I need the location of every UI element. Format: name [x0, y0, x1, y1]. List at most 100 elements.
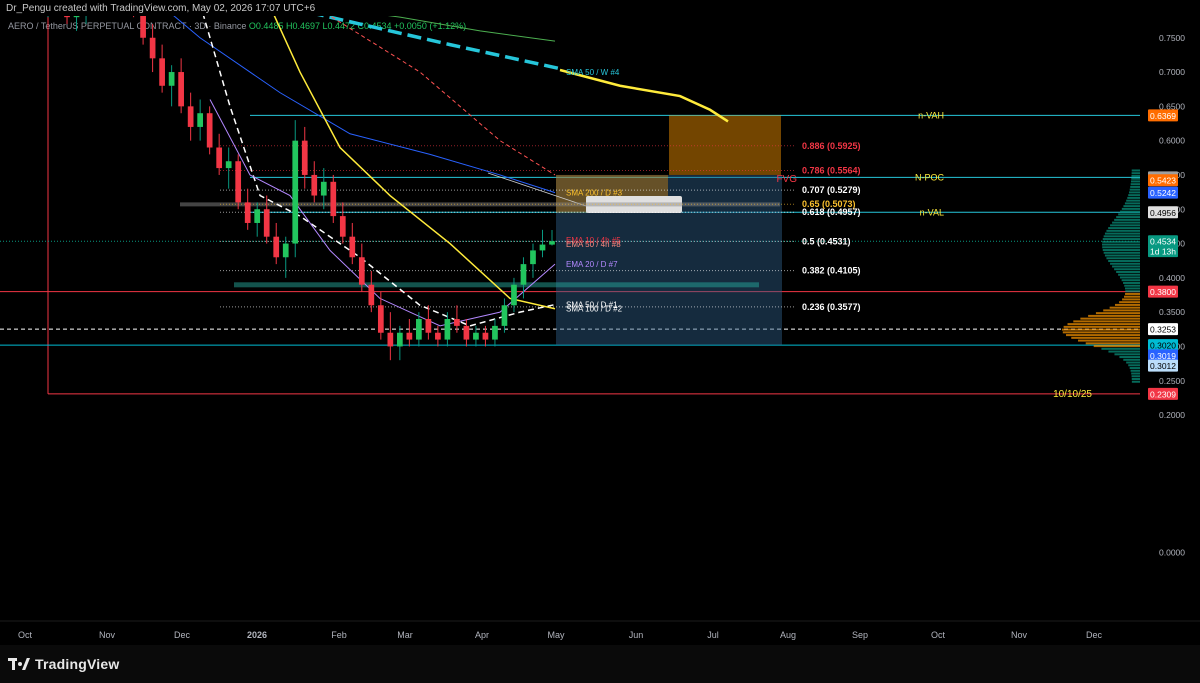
- footer-bar: TradingView: [0, 645, 1200, 683]
- candle-body[interactable]: [339, 216, 346, 237]
- candle-body[interactable]: [216, 147, 223, 169]
- price-label-8: 0.3253: [1150, 325, 1176, 335]
- time-tick-14: Dec: [1086, 630, 1103, 640]
- candle-body[interactable]: [530, 250, 536, 265]
- volume-profile-bar: [1116, 216, 1140, 219]
- fvg-zone-box[interactable]: [669, 115, 781, 175]
- volume-profile-bar: [1124, 202, 1140, 205]
- volume-profile-bar: [1131, 174, 1140, 177]
- price-label-2: 0.5423: [1150, 176, 1176, 186]
- volume-profile-bar: [1119, 301, 1140, 304]
- candle-body[interactable]: [244, 202, 251, 223]
- candle-body[interactable]: [463, 325, 470, 340]
- volume-profile-bar: [1078, 339, 1140, 342]
- candle-body[interactable]: [225, 161, 232, 169]
- volume-profile-bar: [1129, 188, 1140, 191]
- candle-body[interactable]: [454, 319, 460, 326]
- time-tick-5: Mar: [397, 630, 413, 640]
- candle-body[interactable]: [511, 284, 517, 306]
- volume-profile-bar: [1131, 172, 1140, 175]
- candle-body[interactable]: [263, 209, 270, 237]
- candle-body[interactable]: [396, 332, 403, 347]
- time-tick-4: Feb: [331, 630, 347, 640]
- time-tick-0: Oct: [18, 630, 33, 640]
- ma-label-4: EMA 20 / D #7: [566, 260, 618, 269]
- volume-profile-bar: [1110, 224, 1140, 227]
- candle-body[interactable]: [482, 332, 489, 340]
- volume-profile-bar: [1121, 279, 1140, 282]
- price-label-11: 0.3012: [1150, 361, 1176, 371]
- volume-profile-bar: [1125, 287, 1140, 290]
- fib-label-7: 0.236 (0.3577): [802, 302, 861, 312]
- volume-profile-bar: [1085, 342, 1140, 345]
- candle-body[interactable]: [168, 72, 175, 86]
- volume-profile-bar: [1104, 254, 1140, 257]
- volume-profile-bar: [1102, 243, 1140, 246]
- volume-profile-bar: [1112, 221, 1140, 224]
- candle-body[interactable]: [435, 332, 441, 340]
- candle-body[interactable]: [387, 332, 394, 347]
- sma-weekly-projection: [559, 68, 729, 123]
- candle-body[interactable]: [187, 106, 194, 127]
- candle-body[interactable]: [425, 319, 432, 333]
- fib-label-0: 0.886 (0.5925): [802, 141, 861, 151]
- sma-red-dashed-line: [329, 16, 556, 176]
- fib-label-1: 0.786 (0.5564): [802, 166, 861, 176]
- volume-profile-bar: [1065, 334, 1140, 337]
- candle-body[interactable]: [149, 37, 156, 59]
- candle-body[interactable]: [539, 244, 546, 251]
- candle-body[interactable]: [377, 305, 384, 333]
- tradingview-brand[interactable]: TradingView: [8, 656, 119, 672]
- candle-body[interactable]: [282, 243, 289, 258]
- price-tick-4: 0.6000: [1159, 136, 1185, 146]
- candle-body[interactable]: [197, 113, 204, 127]
- volume-profile-bar: [1103, 235, 1140, 238]
- candle-body[interactable]: [311, 174, 318, 196]
- candle-body[interactable]: [349, 236, 356, 258]
- candle-body[interactable]: [501, 305, 508, 326]
- candle-body[interactable]: [206, 113, 213, 148]
- volume-profile-bar: [1067, 323, 1140, 326]
- candle-body[interactable]: [159, 58, 165, 86]
- candle-body[interactable]: [416, 319, 422, 340]
- candle-body[interactable]: [368, 284, 375, 306]
- price-tick-2: 0.7000: [1159, 67, 1185, 77]
- price-tick-9: 0.3500: [1159, 307, 1185, 317]
- candle-body[interactable]: [292, 140, 299, 244]
- sma200-daily-line: [173, 16, 556, 194]
- price-chart[interactable]: 10/10/25 n-VAH N-POC n-VAL FVG 0.886 (0.5925)…: [0, 16, 1200, 645]
- volume-profile-bar: [1093, 345, 1140, 348]
- ma-label-0: SMA 50 / W #4: [566, 68, 620, 77]
- candle-body[interactable]: [64, 16, 70, 18]
- time-tick-7: May: [547, 630, 565, 640]
- price-tick-8: 0.4000: [1159, 273, 1185, 283]
- volume-profile-bar: [1073, 320, 1140, 323]
- candle-body[interactable]: [330, 181, 337, 217]
- time-tick-3: 2026: [247, 630, 267, 640]
- candle-body[interactable]: [254, 209, 261, 223]
- volume-profile-bar: [1118, 213, 1140, 216]
- candle-body[interactable]: [273, 236, 280, 258]
- candle-body[interactable]: [235, 161, 242, 203]
- price-tick-12: 0.2000: [1159, 410, 1185, 420]
- candle-body[interactable]: [473, 332, 479, 340]
- volume-profile-bar: [1062, 331, 1140, 334]
- fib-label-5: 0.5 (0.4531): [802, 236, 851, 246]
- candle-body[interactable]: [178, 72, 184, 107]
- volume-profile-bar: [1110, 262, 1140, 265]
- candle-body[interactable]: [140, 16, 146, 38]
- candle-body[interactable]: [444, 319, 451, 340]
- volume-profile-bar: [1112, 265, 1140, 268]
- volume-profile-bar: [1128, 194, 1140, 197]
- candle-body[interactable]: [320, 181, 327, 196]
- candle-body[interactable]: [406, 332, 413, 340]
- candle-body[interactable]: [301, 140, 308, 175]
- candle-body[interactable]: [358, 257, 365, 285]
- volume-profile-bar: [1125, 290, 1140, 293]
- tradingview-wordmark: TradingView: [35, 656, 120, 672]
- candle-body[interactable]: [520, 264, 527, 285]
- volume-profile-bar: [1102, 246, 1140, 249]
- candle-body[interactable]: [492, 325, 498, 340]
- candle-body[interactable]: [549, 241, 555, 245]
- candle-body[interactable]: [73, 16, 80, 18]
